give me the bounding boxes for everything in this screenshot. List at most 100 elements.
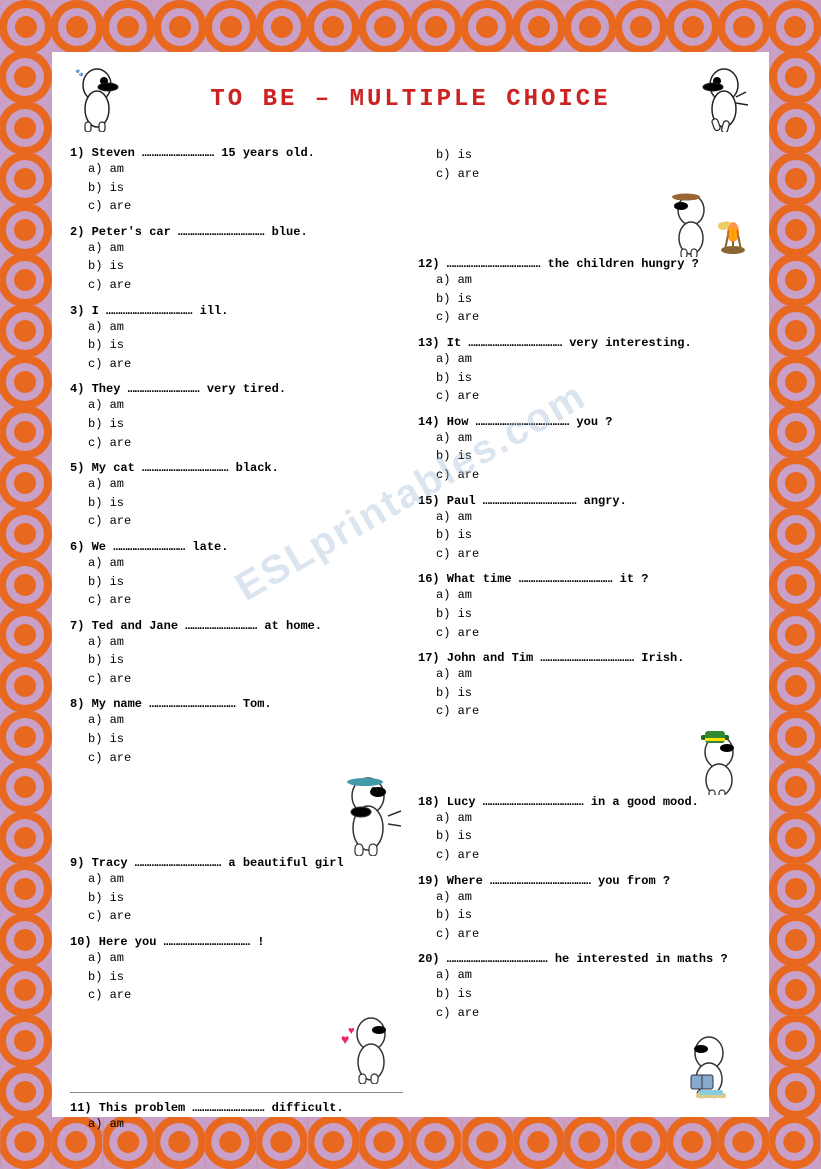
fan-side-cell [769, 255, 821, 306]
title-row: 🐾 TO BE – MULTIPLE CHOICE [70, 67, 751, 132]
fan-side-cell [0, 1066, 52, 1117]
fan-cell [769, 1117, 820, 1169]
fan-side-cell [0, 914, 52, 965]
fan-side-cell [769, 1066, 821, 1117]
fan-cell [769, 0, 820, 52]
fan-side-cell [769, 762, 821, 813]
snoopy-right-icon [696, 67, 751, 132]
fan-side-cell [769, 711, 821, 762]
snoopy-leprechaun-icon [681, 730, 751, 795]
question-5: 5) My cat ……………………………… black.a) amb) isc… [70, 461, 403, 531]
question-13: 13) It ………………………………… very interesting.a)… [418, 336, 751, 406]
fan-side-cell [0, 153, 52, 204]
fan-side-cell [0, 864, 52, 915]
page-title: TO BE – MULTIPLE CHOICE [133, 86, 688, 113]
fan-side-cell [0, 306, 52, 357]
fan-side-cell [0, 1016, 52, 1067]
fan-cell [256, 0, 307, 52]
fan-side-cell [769, 52, 821, 103]
question-8: 8) My name ……………………………… Tom.a) amb) isc)… [70, 697, 403, 767]
fan-side-cell [769, 1016, 821, 1067]
page-wrapper: 🐾 TO BE – MULTIPLE CHOICE ESLprintables.… [0, 0, 821, 1169]
main-content: 🐾 TO BE – MULTIPLE CHOICE ESLprintables.… [52, 52, 769, 1117]
fan-side-cell [0, 52, 52, 103]
fan-cell [103, 0, 154, 52]
fan-side-cell [0, 356, 52, 407]
question-14: 14) How ………………………………… you ?a) amb) isc) … [418, 415, 751, 485]
fan-side-cell [0, 458, 52, 509]
question-16: 16) What time ………………………………… it ?a) amb) … [418, 572, 751, 642]
fan-side-cell [0, 661, 52, 712]
fan-cell [513, 0, 564, 52]
left-border [0, 52, 52, 1117]
left-column: 1) Steven ………………………… 15 years old.a) amb… [70, 146, 403, 1142]
fan-side-cell [0, 255, 52, 306]
fan-side-cell [769, 103, 821, 154]
fan-side-cell [769, 965, 821, 1016]
question-9: 9) Tracy ……………………………… a beautiful girla)… [70, 856, 403, 926]
snoopy-left-icon: 🐾 [70, 67, 125, 132]
fan-side-cell [0, 965, 52, 1016]
snoopy-camp-icon [661, 192, 751, 257]
question-11: 11) This problem ………………………… difficult.a)… [70, 1101, 403, 1134]
fan-side-cell [769, 356, 821, 407]
question-6: 6) We ………………………… late.a) amb) isc) are [70, 540, 403, 610]
question-17: 17) John and Tim ………………………………… Irish.a) … [418, 651, 751, 721]
fan-side-cell [769, 914, 821, 965]
fan-side-cell [769, 559, 821, 610]
fan-side-cell [769, 864, 821, 915]
fan-side-cell [769, 306, 821, 357]
fan-cell [308, 0, 359, 52]
fan-cell [0, 0, 51, 52]
fan-cell [564, 0, 615, 52]
fan-side-cell [0, 762, 52, 813]
right-column: b) isc) are 12) ………………………………… the childr… [418, 146, 751, 1142]
fan-cell [462, 0, 513, 52]
fan-side-cell [0, 103, 52, 154]
svg-text:🐾: 🐾 [75, 69, 84, 78]
top-border [0, 0, 821, 52]
question-18: 18) Lucy …………………………………… in a good mood.a… [418, 795, 751, 865]
fan-side-cell [769, 508, 821, 559]
fan-cell [616, 0, 667, 52]
fan-side-cell [769, 153, 821, 204]
fan-side-cell [769, 661, 821, 712]
fan-side-cell [0, 407, 52, 458]
fan-side-cell [0, 204, 52, 255]
questions-container: 1) Steven ………………………… 15 years old.a) amb… [70, 146, 751, 1142]
svg-text:♥: ♥ [348, 1026, 355, 1038]
question-3: 3) I ……………………………… ill.a) amb) isc) are [70, 304, 403, 374]
fan-side-cell [0, 813, 52, 864]
fan-side-cell [769, 407, 821, 458]
snoopy-mid-icon [333, 776, 403, 856]
fan-side-cell [769, 458, 821, 509]
divider [70, 1092, 403, 1093]
fan-cell [51, 0, 102, 52]
snoopy-heart-icon: ♥ ♥ [333, 1014, 403, 1084]
question-1: 1) Steven ………………………… 15 years old.a) amb… [70, 146, 403, 216]
question-15: 15) Paul ………………………………… angry.a) amb) isc… [418, 494, 751, 564]
question-2: 2) Peter's car ……………………………… blue.a) amb)… [70, 225, 403, 295]
snoopy-reading-icon [671, 1031, 751, 1101]
fan-side-cell [769, 813, 821, 864]
fan-cell [667, 0, 718, 52]
fan-cell [154, 0, 205, 52]
fan-cell [718, 0, 769, 52]
question-20: 20) …………………………………… he interested in math… [418, 952, 751, 1022]
fan-side-cell [0, 559, 52, 610]
fan-cell [205, 0, 256, 52]
question-7: 7) Ted and Jane ………………………… at home.a) am… [70, 619, 403, 689]
fan-cell [410, 0, 461, 52]
fan-cell [359, 0, 410, 52]
right-border [769, 52, 821, 1117]
fan-cell [0, 1117, 51, 1169]
question-4: 4) They ………………………… very tired.a) amb) is… [70, 382, 403, 452]
fan-side-cell [0, 711, 52, 762]
fan-side-cell [769, 204, 821, 255]
fan-side-cell [0, 610, 52, 661]
fan-side-cell [769, 610, 821, 661]
fan-side-cell [0, 508, 52, 559]
question-10: 10) Here you ……………………………… !a) amb) isc) … [70, 935, 403, 1005]
question-12: 12) ………………………………… the children hungry ?a… [418, 257, 751, 327]
question-19: 19) Where …………………………………… you from ?a) am… [418, 874, 751, 944]
